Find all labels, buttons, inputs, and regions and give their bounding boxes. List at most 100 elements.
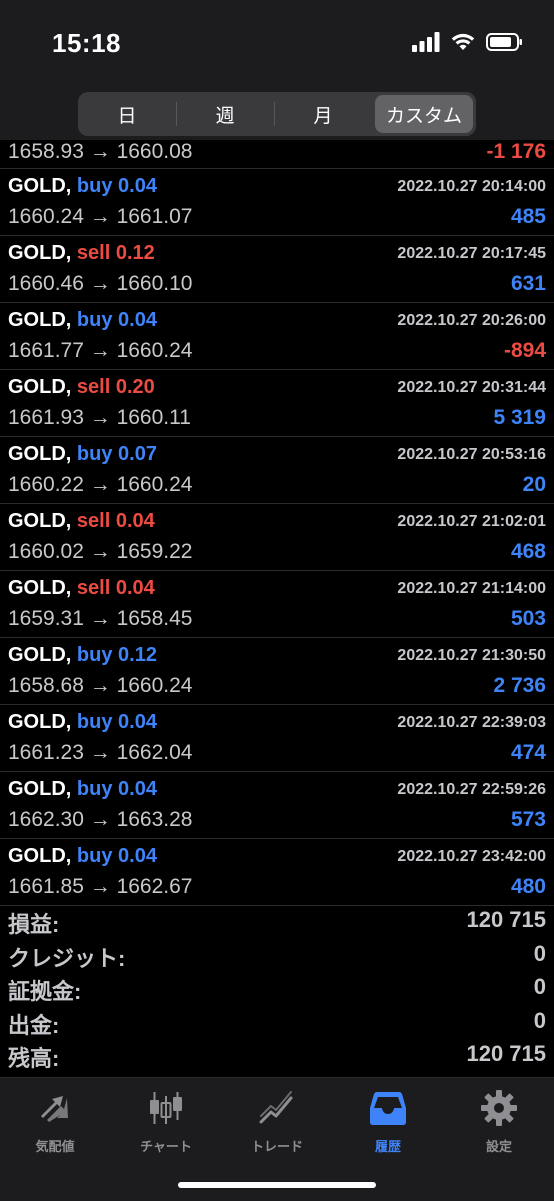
- gear-icon: [481, 1090, 517, 1126]
- trade-side-volume: buy 0.04: [76, 711, 157, 733]
- table-row[interactable]: GOLD, buy 0.04 2022.10.27 22:59:26 1662.30…: [0, 772, 554, 839]
- table-row[interactable]: 1658.93 → 1660.08 -1 176: [0, 140, 554, 169]
- trade-symbol: GOLD,: [8, 309, 72, 331]
- trade-profit: 631: [510, 272, 546, 295]
- trade-datetime: 2022.10.27 21:14:00: [397, 580, 546, 597]
- trade-profit: -894: [503, 339, 546, 362]
- trade-prices: 1660.02 → 1659.22: [8, 540, 193, 563]
- table-row[interactable]: GOLD, buy 0.04 2022.10.27 23:42:00 1661.85…: [0, 839, 554, 906]
- tab-trade[interactable]: トレード: [222, 1088, 332, 1155]
- table-row[interactable]: GOLD, sell 0.04 2022.10.27 21:02:01 1660.0…: [0, 504, 554, 571]
- summary-row-deposit: 証拠金: 0: [0, 972, 554, 1006]
- cellular-signal-icon: [412, 32, 440, 52]
- trade-title: GOLD, sell 0.04: [8, 577, 155, 600]
- status-time: 15:18: [52, 28, 121, 58]
- summary-row-withdrawal: 出金: 0: [0, 1006, 554, 1040]
- trade-title: GOLD, buy 0.04: [8, 778, 157, 801]
- tab-quotes[interactable]: 気配値: [0, 1088, 110, 1155]
- segment-custom[interactable]: カスタム: [375, 95, 473, 133]
- trade-title: GOLD, buy 0.04: [8, 711, 157, 734]
- trade-prices: 1661.93 → 1660.11: [8, 406, 191, 429]
- tab-history[interactable]: 履歴: [333, 1088, 443, 1155]
- trade-side-volume: sell 0.04: [76, 510, 155, 532]
- trade-datetime: 2022.10.27 20:26:00: [397, 312, 546, 329]
- table-row[interactable]: GOLD, buy 0.04 2022.10.27 20:14:00 1660.24…: [0, 169, 554, 236]
- trade-prices: 1662.30 → 1663.28: [8, 808, 193, 831]
- table-row[interactable]: GOLD, buy 0.04 2022.10.27 22:39:03 1661.23…: [0, 705, 554, 772]
- summary-value: 120 715: [466, 907, 546, 932]
- trade-title: GOLD, buy 0.07: [8, 443, 157, 466]
- trade-title: GOLD, buy 0.04: [8, 845, 157, 868]
- home-indicator[interactable]: [178, 1182, 376, 1188]
- summary-label: クレジット:: [8, 945, 126, 971]
- status-bar: 15:18: [0, 0, 554, 90]
- account-summary: 損益: 120 715 クレジット: 0 証拠金: 0 出金: 0 残高: 12…: [0, 905, 554, 1073]
- battery-icon: [486, 33, 522, 51]
- summary-label: 残高:: [8, 1046, 60, 1071]
- trade-side-volume: buy 0.07: [76, 443, 157, 465]
- period-segmented-control: 日 週 月 カスタム: [78, 92, 476, 136]
- trade-symbol: GOLD,: [8, 443, 72, 465]
- tab-chart[interactable]: チャート: [111, 1088, 221, 1155]
- summary-value: 120 715: [466, 1041, 546, 1066]
- trade-title: GOLD, buy 0.04: [8, 309, 157, 332]
- trade-prices: 1659.31 → 1658.45: [8, 607, 193, 630]
- segment-day[interactable]: 日: [78, 92, 176, 136]
- trade-profit: 474: [510, 741, 546, 764]
- trade-prices: 1661.23 → 1662.04: [8, 741, 193, 764]
- tab-label: トレード: [250, 1139, 303, 1154]
- trade-prices: 1660.46 → 1660.10: [8, 272, 193, 295]
- tab-label: 履歴: [374, 1139, 401, 1154]
- trade-datetime: 2022.10.27 20:53:16: [397, 446, 546, 463]
- tab-label: 気配値: [35, 1139, 75, 1154]
- trade-side-volume: buy 0.04: [76, 845, 157, 867]
- tab-label: チャート: [140, 1139, 192, 1154]
- table-row[interactable]: GOLD, buy 0.07 2022.10.27 20:53:16 1660.22…: [0, 437, 554, 504]
- trade-line-icon: [259, 1091, 293, 1124]
- tab-label: 設定: [485, 1139, 512, 1154]
- trade-side-volume: buy 0.04: [76, 309, 157, 331]
- trade-symbol: GOLD,: [8, 845, 72, 867]
- segment-month[interactable]: 月: [274, 92, 372, 136]
- trade-datetime: 2022.10.27 22:59:26: [397, 781, 546, 798]
- summary-value: 0: [533, 940, 546, 966]
- trade-title: GOLD, sell 0.04: [8, 510, 155, 533]
- history-tray-icon: [370, 1092, 406, 1125]
- table-row[interactable]: GOLD, sell 0.04 2022.10.27 21:14:00 1659.3…: [0, 571, 554, 638]
- trade-profit: 480: [510, 875, 546, 898]
- trade-profit: 20: [522, 473, 546, 496]
- trade-prices: 1660.22 → 1660.24: [8, 473, 193, 496]
- table-row[interactable]: GOLD, buy 0.12 2022.10.27 21:30:50 1658.68…: [0, 638, 554, 705]
- summary-label: 出金:: [8, 1012, 60, 1038]
- table-row[interactable]: GOLD, buy 0.04 2022.10.27 20:26:00 1661.77…: [0, 303, 554, 370]
- table-row[interactable]: GOLD, sell 0.12 2022.10.27 20:17:45 1660.4…: [0, 236, 554, 303]
- trade-symbol: GOLD,: [8, 577, 72, 599]
- trade-prices: 1658.93 → 1660.08: [8, 140, 193, 163]
- wifi-icon: [451, 33, 475, 50]
- status-icons: [412, 32, 524, 52]
- trade-datetime: 2022.10.27 23:42:00: [397, 848, 546, 865]
- trade-title: GOLD, buy 0.12: [8, 644, 157, 667]
- summary-label: 損益:: [8, 912, 60, 937]
- trade-datetime: 2022.10.27 20:17:45: [397, 245, 546, 262]
- trade-symbol: GOLD,: [8, 711, 72, 733]
- trade-side-volume: buy 0.04: [76, 175, 157, 197]
- quotes-arrows-icon: [41, 1096, 68, 1122]
- trade-prices: 1658.68 → 1660.24: [8, 674, 193, 697]
- segment-week[interactable]: 週: [176, 92, 274, 136]
- candlestick-icon: [150, 1092, 182, 1124]
- trade-profit: -1 176: [486, 140, 546, 163]
- trade-symbol: GOLD,: [8, 510, 72, 532]
- trade-datetime: 2022.10.27 22:39:03: [397, 714, 546, 731]
- trade-title: GOLD, sell 0.12: [8, 242, 155, 265]
- trade-side-volume: sell 0.04: [76, 577, 155, 599]
- trade-title: GOLD, buy 0.04: [8, 175, 157, 198]
- trade-prices: 1661.77 → 1660.24: [8, 339, 193, 362]
- trade-profit: 573: [510, 808, 546, 831]
- trade-side-volume: sell 0.20: [76, 376, 155, 398]
- trade-symbol: GOLD,: [8, 376, 72, 398]
- table-row[interactable]: GOLD, sell 0.20 2022.10.27 20:31:44 1661.9…: [0, 370, 554, 437]
- tab-settings[interactable]: 設定: [444, 1088, 554, 1155]
- trade-datetime: 2022.10.27 21:30:50: [397, 647, 546, 664]
- trade-title: GOLD, sell 0.20: [8, 376, 155, 399]
